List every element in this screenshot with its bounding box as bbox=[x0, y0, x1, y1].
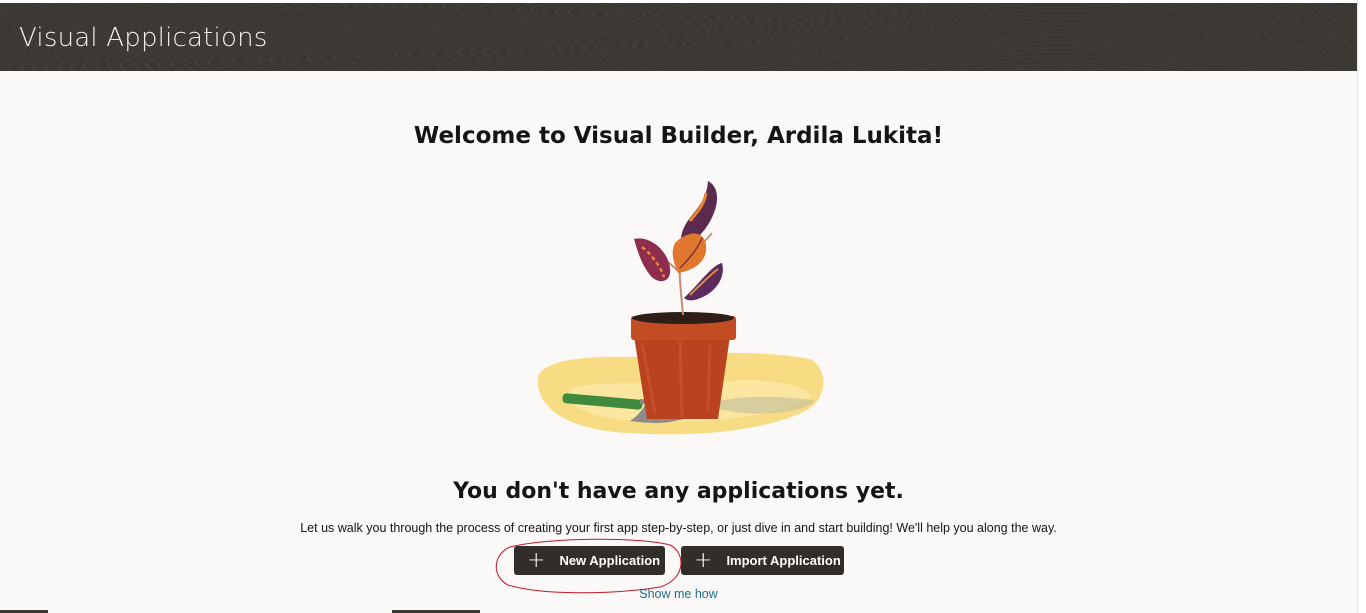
leaf-left bbox=[634, 238, 671, 282]
app-header: Visual Applications bbox=[0, 3, 1357, 71]
new-application-label: New Application bbox=[559, 553, 661, 568]
import-application-button[interactable]: + Import Application bbox=[681, 546, 844, 575]
plus-icon: + bbox=[694, 547, 713, 573]
empty-state-title: You don't have any applications yet. bbox=[453, 479, 904, 504]
show-me-how-link[interactable]: Show me how bbox=[0, 587, 1357, 601]
welcome-heading: Welcome to Visual Builder, Ardila Lukita… bbox=[413, 123, 944, 149]
empty-state-description: Let us walk you through the process of c… bbox=[300, 521, 1057, 535]
plus-icon: + bbox=[527, 547, 546, 573]
new-application-button[interactable]: + New Application bbox=[514, 546, 665, 575]
import-application-label: Import Application bbox=[726, 553, 841, 568]
app-frame: Visual Applications Welcome to Visual Bu… bbox=[0, 3, 1357, 613]
app-title: Visual Applications bbox=[19, 23, 268, 53]
plant-illustration bbox=[537, 181, 824, 435]
window-scrollbar[interactable] bbox=[1357, 0, 1366, 613]
